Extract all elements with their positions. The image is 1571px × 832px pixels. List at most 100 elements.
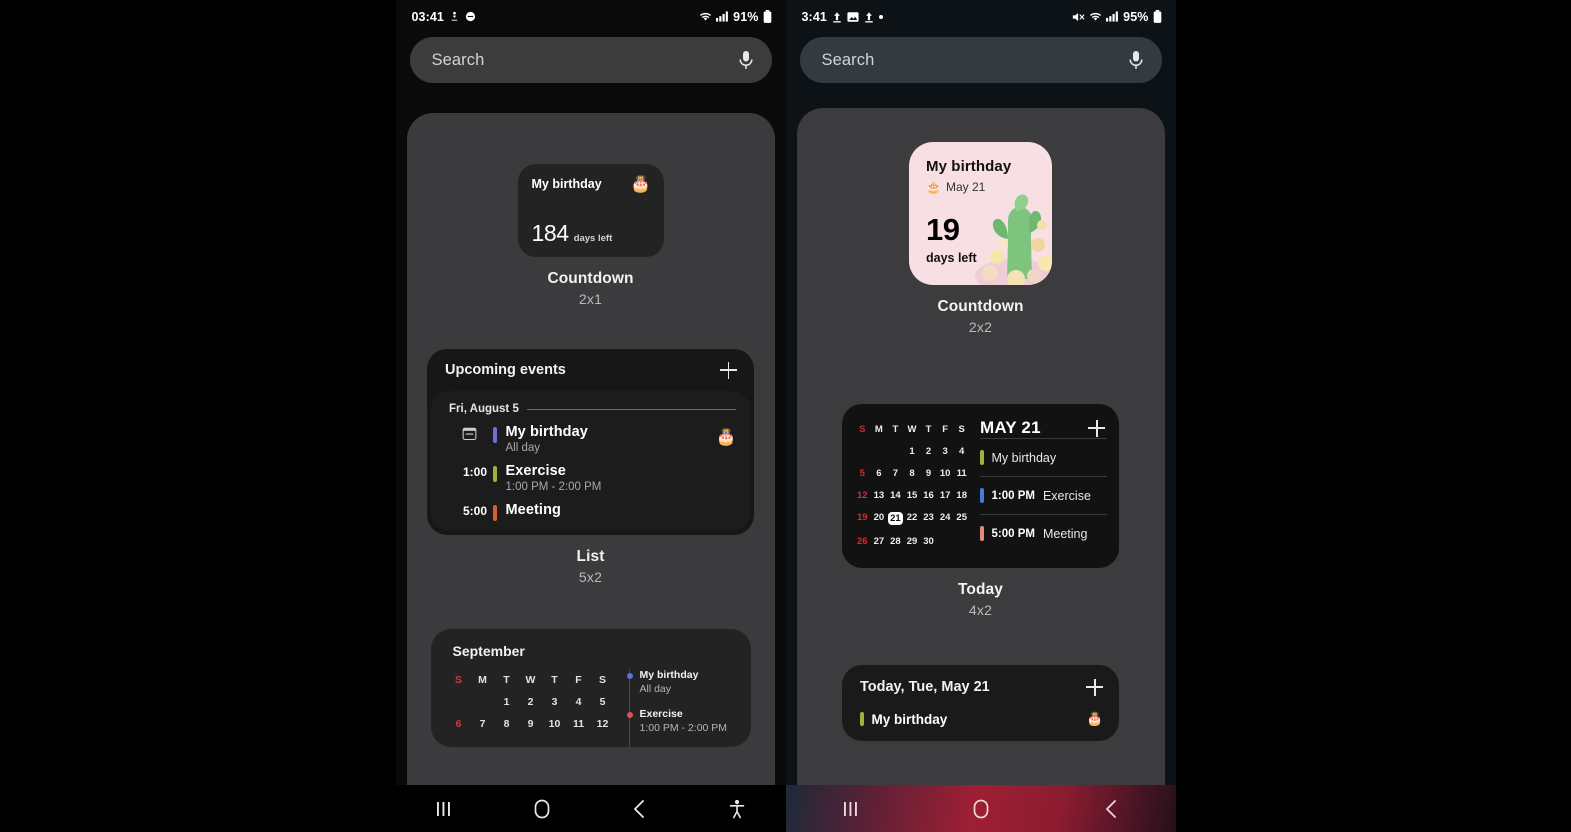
today-list-card[interactable]: Today, Tue, May 21 My birthday 🎂	[842, 665, 1119, 741]
list-item[interactable]: 5:00 PM Meeting	[980, 514, 1107, 552]
month-day-cell[interactable]: 3	[937, 440, 954, 462]
left-status-time: 03:41	[411, 9, 444, 24]
month-day-cell[interactable]	[871, 440, 888, 462]
month-day-cell[interactable]: 30	[920, 530, 937, 552]
month-day-cell[interactable]: 23	[920, 506, 937, 530]
month-day-cell[interactable]: 12	[854, 484, 871, 506]
month-day-cell[interactable]: 1	[904, 440, 921, 462]
weekday-label: F	[942, 423, 949, 435]
month-day-cell[interactable]: 16	[920, 484, 937, 506]
list-5x2-card[interactable]: Upcoming events Fri, August 5 My birthda…	[427, 349, 754, 535]
countdown-2x1-title: My birthday	[531, 177, 602, 191]
countdown-2x2-card[interactable]: My birthday 🎂 May 21 19 days left	[909, 142, 1052, 285]
month-day-cell[interactable]: 9	[920, 462, 937, 484]
list-item[interactable]: 1:00 Exercise 1:00 PM - 2:00 PM	[431, 454, 750, 493]
weekday-label: T	[503, 674, 510, 686]
month-day-cell[interactable]: 28	[887, 530, 904, 552]
month-day-cell[interactable]: 13	[871, 484, 888, 506]
month-day-cell[interactable]: 25	[953, 506, 970, 530]
month-day-cell-selected[interactable]: 21	[887, 506, 904, 530]
upload-icon	[832, 11, 842, 23]
month-widget-card[interactable]: September S M T W T F S 1 2 3 4 5 6 7 8 …	[430, 629, 751, 747]
list-item[interactable]: My birthday All day	[626, 669, 741, 708]
month-day-cell[interactable]: 5	[854, 462, 871, 484]
plus-icon[interactable]	[720, 361, 737, 379]
month-day-cell[interactable]	[937, 530, 954, 552]
list-item[interactable]: 1:00 PM Exercise	[980, 476, 1107, 514]
month-day-cell[interactable]: 24	[937, 506, 954, 530]
today-week-row: 1 2 3 4	[854, 440, 970, 462]
month-day-cell[interactable]: 26	[854, 530, 871, 552]
birthday-cake-icon: 🎂	[716, 429, 736, 446]
month-day-cell[interactable]: 4	[567, 691, 591, 713]
microphone-icon[interactable]	[738, 50, 754, 71]
month-day-cell[interactable]: 27	[871, 530, 888, 552]
left-search-bar[interactable]: Search	[409, 37, 772, 83]
accessibility-icon[interactable]	[688, 799, 786, 819]
month-day-cell[interactable]	[953, 530, 970, 552]
month-day-cell[interactable]	[447, 691, 471, 713]
recents-icon[interactable]	[786, 800, 916, 818]
countdown-2x1-card[interactable]: My birthday 🎂 184 days left	[517, 164, 664, 257]
weekday-label: W	[907, 423, 917, 435]
list-item[interactable]: My birthday	[980, 438, 1107, 476]
right-search-placeholder: Search	[821, 50, 875, 69]
plus-icon[interactable]	[1086, 678, 1103, 696]
home-icon[interactable]	[493, 799, 591, 819]
month-week-row: 1 2 3 4 5	[447, 691, 615, 713]
widget-preview-today-4x2[interactable]: S M T W T F S 1 2 3 4 5 6 7 8 9 10 11 12…	[797, 404, 1165, 618]
month-day-cell[interactable]: 12	[591, 713, 615, 735]
month-day-cell[interactable]: 10	[937, 462, 954, 484]
month-day-cell[interactable]: 11	[953, 462, 970, 484]
widget-preview-countdown-2x1[interactable]: My birthday 🎂 184 days left Countdown 2x…	[407, 164, 775, 307]
month-day-cell[interactable]: 15	[904, 484, 921, 506]
month-day-cell[interactable]	[854, 440, 871, 462]
month-day-cell[interactable]: 2	[920, 440, 937, 462]
month-day-cell[interactable]: 10	[543, 713, 567, 735]
month-day-cell[interactable]: 29	[904, 530, 921, 552]
countdown-2x1-size: 2x1	[578, 291, 603, 307]
list-day-label: Fri, August 5	[449, 403, 519, 415]
back-icon[interactable]	[591, 799, 689, 819]
month-day-cell[interactable]: 1	[495, 691, 519, 713]
month-day-cell[interactable]	[887, 440, 904, 462]
widget-preview-countdown-2x2[interactable]: My birthday 🎂 May 21 19 days left Countd…	[797, 142, 1165, 335]
month-day-cell[interactable]: 8	[495, 713, 519, 735]
recents-icon[interactable]	[396, 800, 494, 818]
month-day-cell[interactable]: 19	[854, 506, 871, 530]
today-4x2-card[interactable]: S M T W T F S 1 2 3 4 5 6 7 8 9 10 11 12…	[842, 404, 1119, 568]
plus-icon[interactable]	[1088, 419, 1105, 437]
month-day-cell[interactable]	[471, 691, 495, 713]
month-day-cell[interactable]: 18	[953, 484, 970, 506]
list-item-time: 1:00 PM	[991, 489, 1035, 502]
image-icon	[847, 11, 859, 23]
month-day-cell[interactable]: 7	[471, 713, 495, 735]
list-item[interactable]: 5:00 Meeting	[431, 493, 750, 521]
month-day-cell[interactable]: 11	[567, 713, 591, 735]
month-day-cell[interactable]: 2	[519, 691, 543, 713]
widget-preview-month[interactable]: September S M T W T F S 1 2 3 4 5 6 7 8 …	[407, 629, 775, 747]
back-icon[interactable]	[1046, 799, 1176, 819]
list-item[interactable]: My birthday All day 🎂	[431, 415, 750, 454]
list-item[interactable]: Exercise 1:00 PM - 2:00 PM	[626, 708, 741, 747]
month-day-cell[interactable]: 22	[904, 506, 921, 530]
month-day-cell[interactable]: 9	[519, 713, 543, 735]
battery-icon	[763, 10, 772, 23]
widget-preview-list-5x2[interactable]: Upcoming events Fri, August 5 My birthda…	[407, 349, 775, 585]
month-day-cell[interactable]: 5	[591, 691, 615, 713]
month-day-cell[interactable]: 20	[871, 506, 888, 530]
month-day-cell[interactable]: 4	[953, 440, 970, 462]
list-item[interactable]: My birthday 🎂	[842, 709, 1119, 741]
month-day-cell[interactable]: 6	[447, 713, 471, 735]
widget-preview-today-list[interactable]: Today, Tue, May 21 My birthday 🎂	[797, 665, 1165, 741]
home-icon[interactable]	[916, 799, 1046, 819]
right-search-bar[interactable]: Search	[799, 37, 1162, 83]
microphone-icon[interactable]	[1128, 50, 1144, 71]
month-day-cell[interactable]: 7	[887, 462, 904, 484]
month-day-cell[interactable]: 6	[871, 462, 888, 484]
event-color-bar	[980, 526, 984, 541]
month-day-cell[interactable]: 8	[904, 462, 921, 484]
month-day-cell[interactable]: 14	[887, 484, 904, 506]
month-day-cell[interactable]: 17	[937, 484, 954, 506]
month-day-cell[interactable]: 3	[543, 691, 567, 713]
